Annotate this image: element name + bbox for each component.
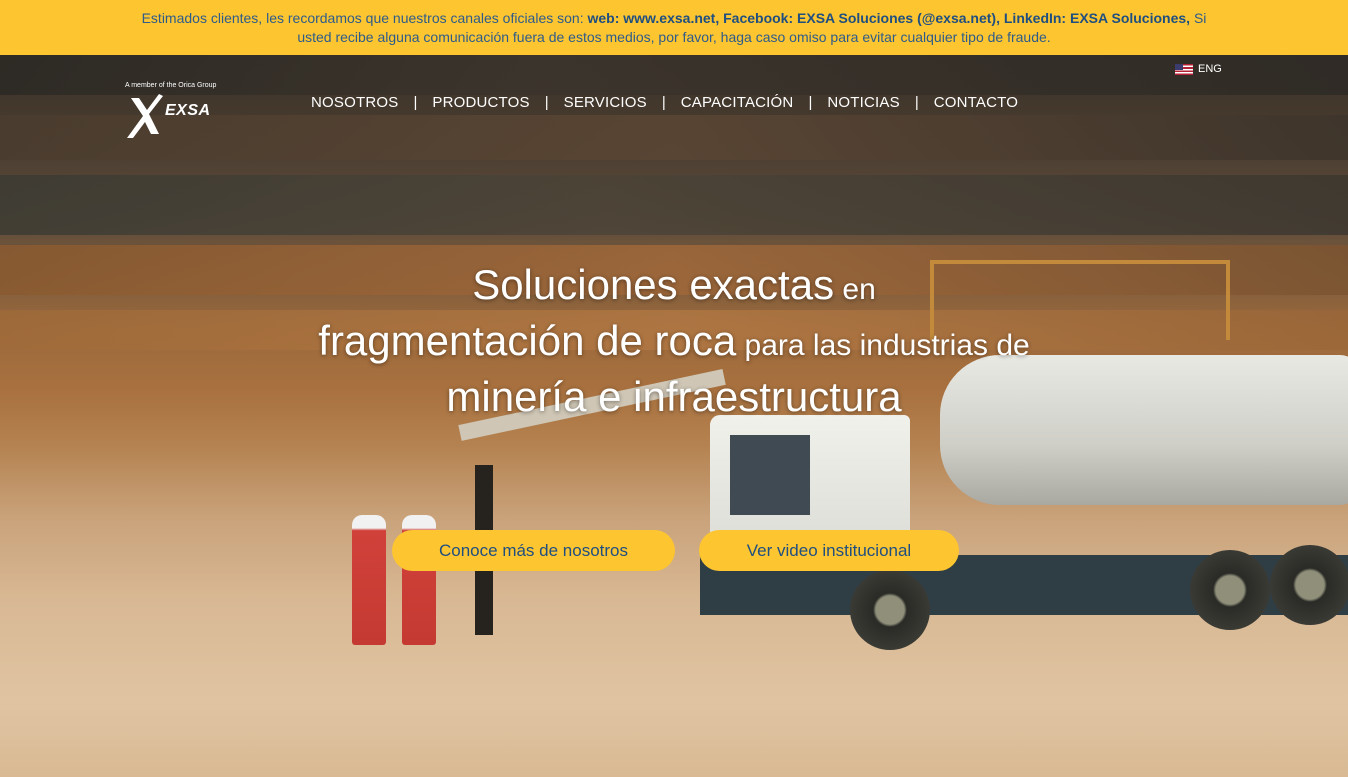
truck-wheel: [1270, 545, 1348, 625]
main-nav: NOSOTROS | PRODUCTOS | SERVICIOS | CAPAC…: [311, 94, 1018, 111]
headline-light: para las industrias de: [736, 329, 1030, 362]
nav-separator: |: [413, 94, 418, 111]
headline-strong: minería e infraestructura: [446, 373, 902, 420]
truck-wheel: [850, 570, 930, 650]
nav-separator: |: [661, 94, 666, 111]
pit-bench: [0, 175, 1348, 235]
us-flag-icon: [1175, 63, 1193, 75]
headline-row-3: minería e infraestructura: [0, 374, 1348, 430]
notice-suffix: Si: [1190, 10, 1207, 26]
notice-prefix: Estimados clientes, les recordamos que n…: [141, 10, 588, 26]
nav-separator: |: [544, 94, 549, 111]
headline-row-2: fragmentación de roca para las industria…: [0, 318, 1348, 374]
nav-separator: |: [808, 94, 813, 111]
headline-light: en: [834, 273, 876, 306]
language-switch[interactable]: ENG: [1175, 63, 1222, 75]
nav-item-noticias[interactable]: NOTICIAS: [827, 94, 899, 111]
notice-line-1: Estimados clientes, les recordamos que n…: [0, 9, 1348, 28]
headline-row-1: Soluciones exactas en: [0, 262, 1348, 318]
hero-headline: Soluciones exactas en fragmentación de r…: [0, 262, 1348, 430]
exsa-logo[interactable]: A member of the Orica Group EXSA: [125, 82, 235, 142]
nav-item-servicios[interactable]: SERVICIOS: [564, 94, 647, 111]
nav-item-contacto[interactable]: CONTACTO: [934, 94, 1018, 111]
logo-wordmark: EXSA: [165, 102, 211, 119]
nav-separator: |: [914, 94, 919, 111]
headline-strong: fragmentación de roca: [318, 317, 737, 364]
notice-channels[interactable]: web: www.exsa.net, Facebook: EXSA Soluci…: [587, 10, 1190, 26]
nav-item-capacitacion[interactable]: CAPACITACIÓN: [681, 94, 794, 111]
truck-wheel: [1190, 550, 1270, 630]
nav-item-productos[interactable]: PRODUCTOS: [432, 94, 529, 111]
watch-video-button[interactable]: Ver video institucional: [699, 530, 959, 571]
language-label: ENG: [1198, 63, 1222, 75]
headline-strong: Soluciones exactas: [472, 261, 835, 308]
worker-figure: [352, 515, 386, 645]
about-us-button[interactable]: Conoce más de nosotros: [392, 530, 675, 571]
fraud-notice-banner: Estimados clientes, les recordamos que n…: [0, 0, 1348, 55]
truck-window: [730, 435, 810, 515]
nav-item-nosotros[interactable]: NOSOTROS: [311, 94, 398, 111]
x-logo-icon: [127, 94, 163, 138]
logo-tagline: A member of the Orica Group: [125, 82, 217, 89]
notice-line-2: usted recibe alguna comunicación fuera d…: [297, 29, 1051, 45]
